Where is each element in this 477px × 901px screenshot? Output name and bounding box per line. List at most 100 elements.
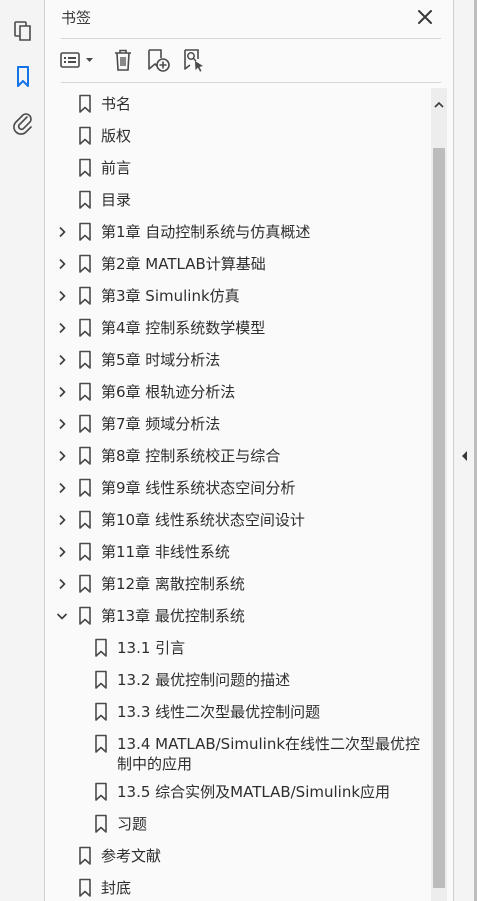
chevron-right-icon[interactable]: [55, 577, 69, 591]
scroll-up-arrow-icon[interactable]: [434, 94, 444, 113]
delete-bookmark-button[interactable]: [111, 47, 135, 73]
pages-icon[interactable]: [11, 19, 35, 43]
bookmark-item[interactable]: 第3章 Simulink仿真: [45, 280, 431, 312]
new-bookmark-button[interactable]: [145, 47, 171, 73]
bookmark-subitem[interactable]: 13.1 引言: [45, 632, 431, 664]
bookmark-label: 第10章 线性系统状态空间设计: [101, 511, 305, 529]
bookmark-label: 第5章 时域分析法: [101, 351, 221, 369]
chevron-down-icon[interactable]: [55, 609, 69, 623]
find-bookmark-button[interactable]: [181, 47, 207, 73]
collapse-arrow-icon[interactable]: [460, 447, 468, 466]
bookmark-label: 封底: [101, 879, 132, 897]
bookmark-icon: [78, 254, 92, 274]
chevron-right-icon[interactable]: [55, 545, 69, 559]
bookmark-label: 参考文献: [101, 847, 162, 865]
bookmark-subitem[interactable]: 13.3 线性二次型最优控制问题: [45, 696, 431, 728]
bookmark-item[interactable]: 第10章 线性系统状态空间设计: [45, 504, 431, 536]
bookmark-item[interactable]: 第1章 自动控制系统与仿真概述: [45, 216, 431, 248]
chevron-right-icon[interactable]: [55, 417, 69, 431]
bookmark-label: 第12章 离散控制系统: [101, 575, 245, 593]
bookmark-icon: [78, 286, 92, 306]
bookmark-icon: [78, 878, 92, 898]
bookmark-item[interactable]: 第5章 时域分析法: [45, 344, 431, 376]
bookmark-label: 第6章 根轨迹分析法: [101, 383, 236, 401]
bookmark-label: 第11章 非线性系统: [101, 543, 230, 561]
bookmark-icon: [94, 702, 108, 722]
bookmark-subitem[interactable]: 13.2 最优控制问题的描述: [45, 664, 431, 696]
bookmark-icon: [78, 542, 92, 562]
bookmark-item[interactable]: 第6章 根轨迹分析法: [45, 376, 431, 408]
bookmark-label: 第8章 控制系统校正与综合: [101, 447, 281, 465]
chevron-right-icon[interactable]: [55, 385, 69, 399]
bookmark-icon: [78, 222, 92, 242]
left-navigation-rail: [0, 0, 45, 901]
bookmark-label: 第9章 线性系统状态空间分析: [101, 479, 296, 497]
bookmark-icon: [78, 846, 92, 866]
bookmark-icon: [78, 350, 92, 370]
new-bookmark-icon: [148, 49, 170, 72]
chevron-right-icon[interactable]: [55, 449, 69, 463]
bookmark-icon: [78, 446, 92, 466]
bookmark-icon: [94, 782, 108, 802]
find-bookmark-icon: [184, 49, 203, 72]
bookmark-subitem[interactable]: 13.4 MATLAB/Simulink在线性二次型最优控制中的应用: [45, 728, 431, 776]
bookmark-item[interactable]: 第4章 控制系统数学模型: [45, 312, 431, 344]
bookmark-icon[interactable]: [11, 65, 35, 89]
chevron-right-icon[interactable]: [55, 321, 69, 335]
bookmark-subitem[interactable]: 13.5 综合实例及MATLAB/Simulink应用: [45, 776, 431, 808]
attachment-icon[interactable]: [11, 111, 35, 135]
bookmark-icon: [78, 190, 92, 210]
bookmark-icon: [78, 318, 92, 338]
vertical-scrollbar[interactable]: [431, 88, 447, 901]
bookmark-label: 第7章 频域分析法: [101, 415, 221, 433]
panel-title: 书签: [61, 9, 92, 27]
close-icon: [418, 10, 432, 24]
bookmark-item[interactable]: 第13章 最优控制系统: [45, 600, 431, 632]
bookmark-icon: [78, 126, 92, 146]
bookmark-label: 13.1 引言: [117, 639, 186, 657]
options-menu-button[interactable]: [59, 47, 97, 73]
bookmark-item[interactable]: 版权: [45, 120, 431, 152]
bookmark-label: 版权: [101, 127, 132, 145]
bookmark-item[interactable]: 目录: [45, 184, 431, 216]
scroll-thumb[interactable]: [433, 148, 445, 888]
chevron-right-icon[interactable]: [55, 289, 69, 303]
bookmark-label: 13.2 最优控制问题的描述: [117, 671, 291, 689]
delete-bookmark-icon: [115, 49, 131, 71]
chevron-right-icon[interactable]: [55, 257, 69, 271]
bookmark-label: 13.5 综合实例及MATLAB/Simulink应用: [117, 783, 391, 801]
close-panel-button[interactable]: [415, 7, 435, 27]
bookmark-item[interactable]: 第9章 线性系统状态空间分析: [45, 472, 431, 504]
bookmarks-panel: 书签 书名 版权 前言 目录 第1章 自动控制系统与仿真概述 第2章 MATLA…: [45, 0, 453, 901]
bookmark-subitem[interactable]: 习题: [45, 808, 431, 840]
bookmark-icon: [78, 606, 92, 626]
chevron-right-icon[interactable]: [55, 513, 69, 527]
panel-collapse-strip[interactable]: [453, 0, 477, 901]
bookmark-label: 第13章 最优控制系统: [101, 607, 245, 625]
bookmark-item[interactable]: 第12章 离散控制系统: [45, 568, 431, 600]
bookmark-icon: [94, 670, 108, 690]
bookmark-label: 习题: [117, 815, 148, 833]
bookmark-label: 13.3 线性二次型最优控制问题: [117, 703, 321, 721]
bookmark-icon: [78, 414, 92, 434]
toolbar-divider: [61, 82, 441, 83]
bookmark-label: 13.4 MATLAB/Simulink在线性二次型最优控制中的应用: [117, 735, 421, 773]
chevron-right-icon[interactable]: [55, 353, 69, 367]
bookmark-item[interactable]: 第11章 非线性系统: [45, 536, 431, 568]
bookmark-item[interactable]: 第7章 频域分析法: [45, 408, 431, 440]
bookmark-icon: [94, 814, 108, 834]
chevron-right-icon[interactable]: [55, 225, 69, 239]
bookmark-icon: [94, 734, 108, 754]
bookmark-item[interactable]: 参考文献: [45, 840, 431, 872]
bookmark-item[interactable]: 第8章 控制系统校正与综合: [45, 440, 431, 472]
bookmark-icon: [78, 382, 92, 402]
bookmark-item[interactable]: 封底: [45, 872, 431, 901]
bookmark-icon: [78, 510, 92, 530]
bookmark-label: 第3章 Simulink仿真: [101, 287, 240, 305]
bookmark-item[interactable]: 第2章 MATLAB计算基础: [45, 248, 431, 280]
chevron-right-icon[interactable]: [55, 481, 69, 495]
bookmark-item[interactable]: 前言: [45, 152, 431, 184]
bookmark-icon: [78, 574, 92, 594]
bookmark-icon: [94, 638, 108, 658]
bookmark-item[interactable]: 书名: [45, 88, 431, 120]
